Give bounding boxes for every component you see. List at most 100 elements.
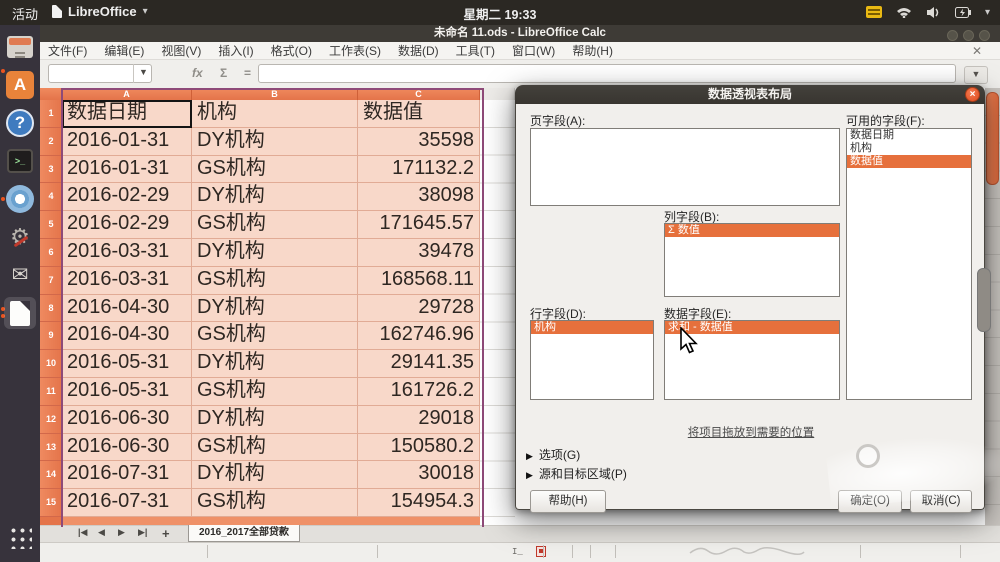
cell-C14[interactable]: 30018 [358,461,480,489]
battery-icon[interactable] [955,7,971,18]
cell-A6[interactable]: 2016-03-31 [62,239,192,267]
close-button[interactable] [979,30,990,41]
dock-item-help[interactable]: ? [4,107,36,139]
cell-C6[interactable]: 39478 [358,239,480,267]
volume-icon[interactable] [926,6,941,19]
sum-icon[interactable]: Σ [220,66,227,80]
cell-C9[interactable]: 162746.96 [358,322,480,350]
window-titlebar[interactable]: 未命名 11.ods - LibreOffice Calc [40,25,1000,42]
clock[interactable]: 星期二 19:33 [0,4,1000,23]
column-header-a[interactable]: A [62,88,192,100]
close-document-icon[interactable]: ✕ [972,45,982,57]
partial-row-16[interactable] [62,517,480,525]
column-header-d[interactable] [480,88,515,100]
cell-B3[interactable]: GS机构 [192,156,358,184]
menu-item-4[interactable]: 格式(O) [271,42,312,59]
drag-hint-link[interactable]: 将项目拖放到需要的位置 [516,424,986,440]
row-header-9[interactable]: 9 [40,322,62,350]
dock-item-terminal[interactable]: >_ [4,145,36,177]
menu-item-6[interactable]: 数据(D) [398,42,439,59]
dock-item-mail[interactable]: ✉ [4,259,36,291]
equals-icon[interactable]: = [244,66,251,80]
menu-item-3[interactable]: 插入(I) [218,42,253,59]
cell-B5[interactable]: GS机构 [192,211,358,239]
cell-C12[interactable]: 29018 [358,406,480,434]
expand-formula-bar-icon[interactable]: ▼ [964,66,988,84]
cell-A9[interactable]: 2016-04-30 [62,322,192,350]
row-header-8[interactable]: 8 [40,295,62,323]
available-fields-list[interactable]: 数据日期机构数据值 [846,128,972,400]
row-header-10[interactable]: 10 [40,350,62,378]
first-sheet-icon[interactable]: |◀ [78,527,87,538]
row-header-3[interactable]: 3 [40,156,62,184]
field-item[interactable]: Σ 数值 [665,224,839,237]
cell-C7[interactable]: 168568.11 [358,267,480,295]
cell-C10[interactable]: 29141.35 [358,350,480,378]
menu-item-5[interactable]: 工作表(S) [329,42,381,59]
available-field-item[interactable]: 数据日期 [847,129,971,142]
cell-A10[interactable]: 2016-05-31 [62,350,192,378]
keyboard-indicator-icon[interactable] [866,6,882,18]
cell-A2[interactable]: 2016-01-31 [62,128,192,156]
field-item[interactable]: 求和 - 数据值 [665,321,839,334]
cell-B9[interactable]: GS机构 [192,322,358,350]
available-field-item[interactable]: 机构 [847,142,971,155]
select-all-corner[interactable] [40,88,62,100]
column-d-area[interactable] [480,100,515,529]
row-header-4[interactable]: 4 [40,183,62,211]
cell-A12[interactable]: 2016-06-30 [62,406,192,434]
cell-B1[interactable]: 机构 [192,100,358,128]
row-header-5[interactable]: 5 [40,211,62,239]
column-fields-list[interactable]: Σ 数值 [664,223,840,297]
field-item[interactable]: 机构 [531,321,653,334]
minimize-button[interactable] [947,30,958,41]
cell-C4[interactable]: 38098 [358,183,480,211]
cell-A1[interactable]: 数据日期 [62,100,192,128]
data-fields-list[interactable]: 求和 - 数据值 [664,320,840,400]
dock-item-settings[interactable]: ⚙ [4,221,36,253]
cell-B13[interactable]: GS机构 [192,434,358,462]
row-header-11[interactable]: 11 [40,378,62,406]
menu-item-8[interactable]: 窗口(W) [512,42,555,59]
system-tray[interactable]: ▾ [866,3,990,21]
cell-C1[interactable]: 数据值 [358,100,480,128]
cell-A3[interactable]: 2016-01-31 [62,156,192,184]
cell-B12[interactable]: DY机构 [192,406,358,434]
row-header-15[interactable]: 15 [40,489,62,517]
formula-input[interactable] [258,64,956,83]
cell-B6[interactable]: DY机构 [192,239,358,267]
previous-sheet-icon[interactable]: ◀ [98,527,105,538]
source-destination-expander[interactable]: ▶源和目标区域(P) [526,465,627,482]
cell-A4[interactable]: 2016-02-29 [62,183,192,211]
cell-A11[interactable]: 2016-05-31 [62,378,192,406]
sheet-tab[interactable]: 2016_2017全部贷款 [188,525,300,542]
show-applications-button[interactable] [8,525,32,549]
row-header-13[interactable]: 13 [40,434,62,462]
cell-B14[interactable]: DY机构 [192,461,358,489]
page-fields-list[interactable] [530,128,840,206]
cell-C15[interactable]: 154954.3 [358,489,480,517]
row-header-14[interactable]: 14 [40,461,62,489]
dialog-close-icon[interactable]: × [965,87,980,102]
dock-item-files[interactable] [4,31,36,63]
cell-C11[interactable]: 161726.2 [358,378,480,406]
cell-C8[interactable]: 29728 [358,295,480,323]
row-fields-list[interactable]: 机构 [530,320,654,400]
cell-B11[interactable]: GS机构 [192,378,358,406]
cell-A8[interactable]: 2016-04-30 [62,295,192,323]
cell-A7[interactable]: 2016-03-31 [62,267,192,295]
cell-C3[interactable]: 171132.2 [358,156,480,184]
row-header-2[interactable]: 2 [40,128,62,156]
menu-item-2[interactable]: 视图(V) [161,42,201,59]
row-header-1[interactable]: 1 [40,100,62,128]
menu-item-9[interactable]: 帮助(H) [572,42,613,59]
function-wizard-icon[interactable]: fx [192,66,203,80]
cell-C5[interactable]: 171645.57 [358,211,480,239]
cell-C2[interactable]: 35598 [358,128,480,156]
cell-B2[interactable]: DY机构 [192,128,358,156]
dialog-titlebar[interactable]: 数据透视表布局 [515,85,985,104]
maximize-button[interactable] [963,30,974,41]
cell-A14[interactable]: 2016-07-31 [62,461,192,489]
cell-B7[interactable]: GS机构 [192,267,358,295]
row-header-7[interactable]: 7 [40,267,62,295]
